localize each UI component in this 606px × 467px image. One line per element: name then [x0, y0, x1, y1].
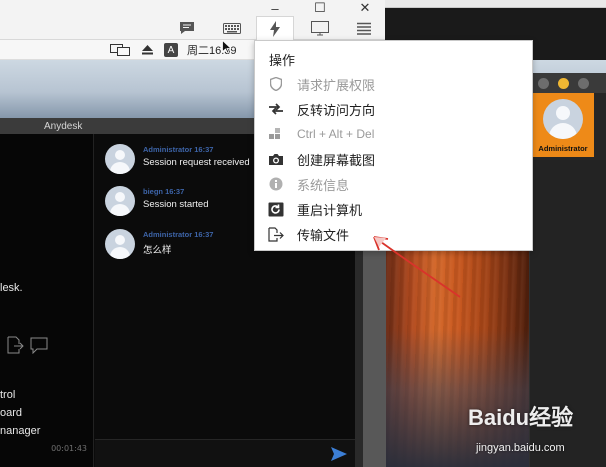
chat-message-text: Session started [143, 199, 209, 210]
menu-item-label: 请求扩展权限 [297, 78, 376, 94]
chat-button[interactable] [30, 336, 48, 355]
switch-direction-icon [267, 100, 285, 118]
main-menu-button[interactable] [345, 16, 383, 40]
keyboard-tool-button[interactable] [213, 16, 251, 40]
lightning-icon [270, 20, 280, 37]
chat-tool-button[interactable] [168, 16, 206, 40]
remote-user-name: Administrator [538, 144, 588, 153]
ctrl-alt-del-icon [267, 125, 285, 143]
send-button[interactable] [331, 446, 347, 465]
shield-icon [267, 75, 285, 93]
remote-toolbar: – ☐ ✕ [0, 0, 385, 40]
actions-tool-button[interactable] [256, 16, 294, 40]
chat-message-text: Session request received [143, 157, 250, 168]
avatar [105, 186, 135, 216]
baidu-watermark: Baidu经验 jingyan.baidu.com [458, 400, 606, 462]
session-elapsed-time: 00:01:43 [51, 444, 87, 453]
mouse-cursor [222, 40, 232, 54]
display-tool-button[interactable] [301, 16, 339, 40]
send-icon [331, 447, 347, 461]
info-icon [267, 175, 285, 193]
left-panel-text: lesk. [0, 282, 23, 294]
left-panel-text: oard [0, 407, 23, 419]
chat-icon [30, 337, 48, 355]
menu-item-label: 反转访问方向 [297, 103, 376, 119]
left-panel-text: nanager [0, 425, 41, 437]
file-transfer-icon [267, 225, 285, 243]
window-close-dot[interactable] [538, 78, 549, 89]
menu-item-system-info[interactable]: 系统信息 [267, 174, 522, 194]
restart-icon [267, 200, 285, 218]
actions-menu-header: 操作 [269, 54, 296, 69]
window-minimize-dot[interactable] [558, 78, 569, 89]
watermark-url: jingyan.baidu.com [476, 442, 565, 454]
menu-item-ctrl-alt-del[interactable]: Ctrl + Alt + Del [267, 124, 522, 144]
minimize-button[interactable]: – [255, 0, 295, 16]
left-panel-text: trol [0, 389, 16, 401]
monitor-icon [311, 20, 329, 35]
chat-message-sender: Administrator 16:37 [143, 230, 214, 239]
eject-icon[interactable] [142, 42, 153, 58]
menu-item-restart[interactable]: 重启计算机 [267, 199, 522, 219]
chat-message-sender: biegn 16:37 [143, 187, 185, 196]
camera-icon [267, 150, 285, 168]
chat-input[interactable] [95, 439, 355, 467]
actions-menu: 操作 请求扩展权限 反转访问方向 Ctrl + Alt + Del 创建屏幕截图… [254, 40, 533, 251]
anydesk-left-panel: lesk. trol oard nanager 00:01:43 [0, 134, 94, 467]
avatar [105, 144, 135, 174]
avatar [543, 99, 583, 139]
menu-item-label: 创建屏幕截图 [297, 153, 376, 169]
maximize-button[interactable]: ☐ [300, 0, 340, 16]
chat-message: Administrator 16:37 Session request rece… [105, 144, 250, 174]
keyboard-icon [223, 22, 241, 34]
menu-item-switch-sides[interactable]: 反转访问方向 [267, 99, 522, 119]
baidu-logo: Baidu经验 [468, 405, 574, 430]
background-window-edge [385, 0, 606, 8]
input-method-badge[interactable]: A [164, 42, 178, 58]
file-transfer-icon [7, 336, 24, 354]
screen-sharing-icon[interactable] [110, 42, 130, 58]
annotation-arrow [373, 236, 461, 298]
chat-message: Administrator 16:37 怎么样 [105, 229, 213, 259]
chat-message: biegn 16:37 Session started [105, 186, 208, 216]
menu-item-request-elevation[interactable]: 请求扩展权限 [267, 74, 522, 94]
avatar [105, 229, 135, 259]
close-button[interactable]: ✕ [345, 0, 385, 16]
chat-message-text: 怎么样 [143, 245, 172, 256]
menu-item-screenshot[interactable]: 创建屏幕截图 [267, 149, 522, 169]
chat-icon [180, 22, 194, 34]
menu-item-label: 传输文件 [297, 228, 350, 244]
menu-item-label: 系统信息 [297, 178, 350, 194]
remote-user-card[interactable]: Administrator [532, 93, 594, 157]
file-transfer-button[interactable] [6, 336, 24, 354]
input-method-letter: A [164, 43, 178, 57]
window-zoom-dot[interactable] [578, 78, 589, 89]
hamburger-menu-icon [357, 22, 371, 35]
chat-message-sender: Administrator 16:37 [143, 145, 214, 154]
menu-item-label: Ctrl + Alt + Del [297, 127, 375, 141]
menu-item-label: 重启计算机 [297, 203, 363, 219]
